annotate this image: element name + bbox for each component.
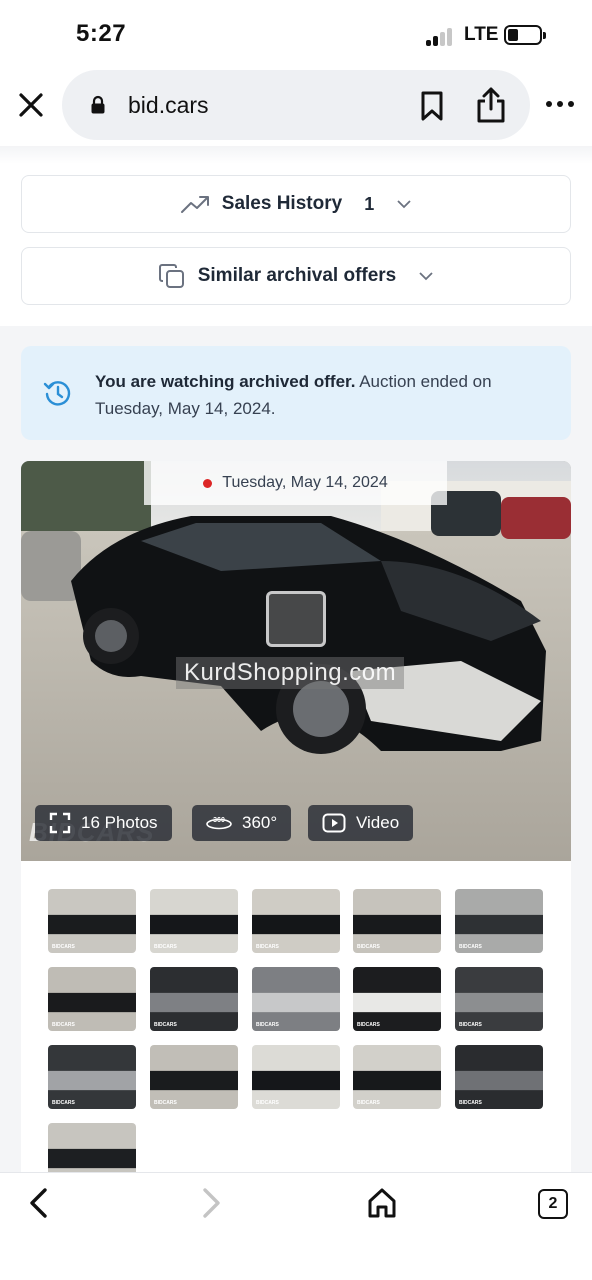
browser-toolbar: bid.cars bbox=[0, 66, 592, 146]
thumbnail-watermark: BIDCARS bbox=[154, 1022, 177, 1028]
url-text: bid.cars bbox=[128, 92, 209, 118]
more-icon[interactable] bbox=[544, 96, 576, 112]
copy-icon bbox=[158, 264, 184, 288]
similar-offers-label: Similar archival offers bbox=[197, 265, 397, 286]
thumbnail-watermark: BIDCARS bbox=[459, 944, 482, 950]
photo-thumbnail[interactable]: BIDCARS bbox=[48, 967, 136, 1031]
photo-thumbnail[interactable]: BIDCARS bbox=[48, 1045, 136, 1109]
chevron-down-icon bbox=[397, 200, 411, 209]
svg-text:360: 360 bbox=[213, 817, 225, 824]
photo-thumbnail[interactable]: BIDCARS bbox=[252, 1045, 340, 1109]
photo-thumbnail[interactable]: BIDCARS bbox=[252, 967, 340, 1031]
status-bar: 5:27 LTE bbox=[0, 0, 592, 66]
home-icon[interactable] bbox=[366, 1187, 398, 1219]
trend-up-icon bbox=[180, 196, 209, 213]
thumbnail-watermark: BIDCARS bbox=[357, 1022, 380, 1028]
thumbnail-grid: BIDCARS BIDCARS BIDCARS BIDCARS BIDCARS BIDCA… bbox=[21, 861, 571, 1187]
battery-icon bbox=[504, 25, 546, 45]
thumbnail-watermark: BIDCARS bbox=[154, 1100, 177, 1106]
back-icon[interactable] bbox=[26, 1187, 52, 1219]
thumbnail-watermark: BIDCARS bbox=[154, 944, 177, 950]
auction-date: Tuesday, May 14, 2024 bbox=[222, 474, 388, 491]
photo-thumbnail[interactable]: BIDCARS bbox=[353, 1045, 441, 1109]
pano-label: 360° bbox=[242, 813, 278, 832]
thumbnail-watermark: BIDCARS bbox=[256, 1022, 279, 1028]
360-icon: 360 bbox=[206, 817, 232, 830]
photos-label: 16 Photos bbox=[81, 813, 158, 832]
address-bar[interactable]: bid.cars bbox=[62, 70, 530, 140]
thumbnail-watermark: BIDCARS bbox=[256, 944, 279, 950]
auction-date-badge: Tuesday, May 14, 2024 bbox=[144, 461, 447, 505]
header-shadow bbox=[0, 146, 592, 164]
watermark-text: KurdShopping.com bbox=[176, 657, 405, 689]
video-button[interactable]: Video bbox=[308, 805, 414, 841]
thumbnail-watermark: BIDCARS bbox=[52, 1022, 75, 1028]
tabs-button[interactable]: 2 bbox=[538, 1189, 568, 1219]
lock-icon bbox=[91, 95, 105, 114]
photo-thumbnail[interactable]: BIDCARS bbox=[455, 889, 543, 953]
main-vehicle-photo[interactable]: Tuesday, May 14, 2024 KurdShopping.com B… bbox=[21, 461, 571, 861]
sales-history-count: 1 bbox=[364, 193, 375, 214]
video-play-icon bbox=[322, 813, 346, 833]
fullscreen-icon bbox=[49, 812, 71, 834]
thumbnail-watermark: BIDCARS bbox=[52, 1100, 75, 1106]
video-label: Video bbox=[356, 813, 400, 832]
thumbnail-watermark: BIDCARS bbox=[357, 1100, 380, 1106]
notice-bold: You are watching archived offer. bbox=[95, 372, 356, 391]
close-icon[interactable] bbox=[14, 88, 48, 122]
notice-text: You are watching archived offer. Auction… bbox=[95, 368, 535, 422]
archived-notice: You are watching archived offer. Auction… bbox=[21, 346, 571, 440]
photo-thumbnail[interactable]: BIDCARS bbox=[48, 889, 136, 953]
photo-thumbnail[interactable]: BIDCARS bbox=[150, 1045, 238, 1109]
network-type: LTE bbox=[464, 24, 499, 45]
pano-button[interactable]: 360 360° bbox=[192, 805, 292, 841]
share-icon[interactable] bbox=[474, 86, 508, 124]
history-icon bbox=[43, 381, 71, 406]
sales-history-label: Sales History bbox=[221, 193, 343, 214]
thumbnail-watermark: BIDCARS bbox=[357, 944, 380, 950]
status-dot bbox=[203, 478, 213, 488]
photo-thumbnail[interactable]: BIDCARS bbox=[353, 889, 441, 953]
forward-icon[interactable] bbox=[198, 1187, 224, 1219]
browser-bottom-nav: 2 bbox=[0, 1172, 592, 1280]
photo-thumbnail[interactable]: BIDCARS bbox=[150, 967, 238, 1031]
sales-history-accordion[interactable]: Sales History 1 bbox=[21, 175, 571, 233]
thumbnail-watermark: BIDCARS bbox=[459, 1100, 482, 1106]
thumbnail-watermark: BIDCARS bbox=[459, 1022, 482, 1028]
similar-offers-accordion[interactable]: Similar archival offers bbox=[21, 247, 571, 305]
thumbnail-watermark: BIDCARS bbox=[256, 1100, 279, 1106]
thumbnail-watermark: BIDCARS bbox=[52, 944, 75, 950]
photo-thumbnail[interactable]: BIDCARS bbox=[455, 967, 543, 1031]
photo-thumbnail[interactable]: BIDCARS bbox=[455, 1045, 543, 1109]
photo-thumbnail[interactable]: BIDCARS bbox=[353, 967, 441, 1031]
watermark-logo bbox=[266, 591, 326, 647]
signal-icon bbox=[426, 26, 458, 46]
photos-button[interactable]: 16 Photos bbox=[35, 805, 172, 841]
chevron-down-icon bbox=[419, 272, 433, 281]
status-time: 5:27 bbox=[76, 20, 127, 47]
bookmark-icon[interactable] bbox=[418, 90, 446, 122]
photo-thumbnail[interactable]: BIDCARS bbox=[252, 889, 340, 953]
photo-thumbnail[interactable]: BIDCARS bbox=[150, 889, 238, 953]
